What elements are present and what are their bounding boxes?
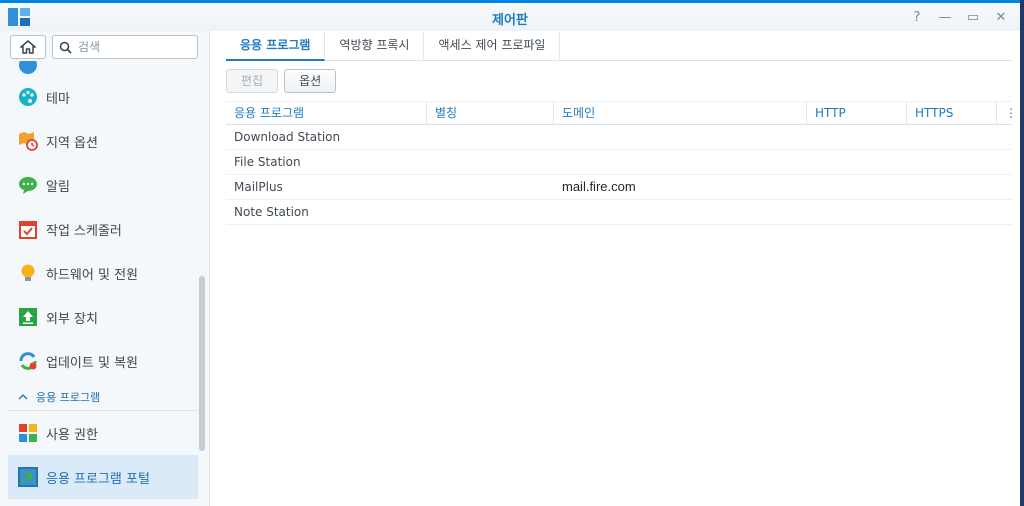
main-panel: 응용 프로그램 역방향 프록시 액세스 제어 프로파일 편집 옵션 응용 프로그… bbox=[212, 31, 1020, 506]
chat-bubble-icon bbox=[19, 177, 37, 194]
toolbar: 편집 옵션 bbox=[226, 69, 337, 93]
sidebar: 테마 지역 옵션 알림 bbox=[0, 31, 210, 506]
chevron-up-icon bbox=[18, 393, 28, 399]
control-panel-window: 제어판 ? — ▭ ✕ 검색 테마 지역 옵션 알림 작업 스케줄러 하드웨어 … bbox=[0, 0, 1020, 506]
table-row[interactable]: Note Station bbox=[226, 200, 1012, 225]
sidebar-item-label: 응용 프로그램 포털 bbox=[46, 471, 150, 487]
sidebar-item-label: 지역 옵션 bbox=[46, 135, 98, 151]
globe-icon bbox=[19, 61, 37, 74]
sidebar-item-theme[interactable]: 테마 bbox=[8, 75, 198, 119]
palette-icon bbox=[19, 88, 37, 106]
sidebar-item-label: 알림 bbox=[46, 179, 70, 195]
table-row[interactable]: Download Station bbox=[226, 125, 1012, 150]
sidebar-item-application-portal[interactable]: 응용 프로그램 포털 bbox=[8, 455, 198, 499]
sidebar-item-permissions[interactable]: 사용 권한 bbox=[8, 411, 198, 455]
calendar-check-icon bbox=[19, 221, 37, 239]
help-icon: ? bbox=[913, 9, 921, 25]
column-header-http[interactable]: HTTP bbox=[807, 102, 907, 124]
tab-bar: 응용 프로그램 역방향 프록시 액세스 제어 프로파일 bbox=[226, 31, 1012, 61]
cell-domain: mail.fire.com bbox=[562, 179, 636, 194]
sidebar-group-applications[interactable]: 응용 프로그램 bbox=[8, 383, 198, 411]
search-input[interactable] bbox=[78, 40, 188, 54]
cell-alias bbox=[427, 125, 554, 149]
cell-domain bbox=[554, 125, 807, 149]
column-header-application[interactable]: 응용 프로그램 bbox=[226, 102, 427, 124]
cell-alias bbox=[427, 175, 554, 199]
search-field[interactable] bbox=[52, 35, 198, 59]
refresh-icon bbox=[19, 352, 37, 370]
home-button[interactable] bbox=[10, 35, 46, 59]
cell-alias bbox=[427, 200, 554, 224]
sidebar-nav: 테마 지역 옵션 알림 작업 스케줄러 하드웨어 및 전원 외부 장치 업데이트… bbox=[8, 61, 198, 499]
sidebar-item-regional-options[interactable]: 지역 옵션 bbox=[8, 119, 198, 163]
cell-http bbox=[807, 175, 907, 199]
sidebar-item-task-scheduler[interactable]: 작업 스케줄러 bbox=[8, 207, 198, 251]
cell-domain bbox=[554, 200, 807, 224]
cell-https bbox=[907, 150, 997, 174]
upload-arrow-icon bbox=[19, 308, 37, 326]
light-bulb-icon bbox=[21, 264, 35, 281]
tab-applications[interactable]: 응용 프로그램 bbox=[226, 31, 326, 61]
column-header-domain[interactable]: 도메인 bbox=[554, 102, 807, 124]
table-row[interactable]: File Station bbox=[226, 150, 1012, 175]
cell-http bbox=[807, 200, 907, 224]
sidebar-item-update-restore[interactable]: 업데이트 및 복원 bbox=[8, 339, 198, 383]
column-header-https[interactable]: HTTPS bbox=[907, 102, 997, 124]
sidebar-group-label: 응용 프로그램 bbox=[36, 390, 101, 404]
window-title: 제어판 bbox=[492, 13, 528, 28]
close-button[interactable]: ✕ bbox=[990, 7, 1012, 27]
column-header-alias[interactable]: 별칭 bbox=[427, 102, 554, 124]
column-menu-button[interactable]: ⋮ bbox=[997, 102, 1017, 124]
cell-http bbox=[807, 150, 907, 174]
cell-application: MailPlus bbox=[234, 180, 283, 194]
sidebar-item-external-devices[interactable]: 외부 장치 bbox=[8, 295, 198, 339]
minimize-button[interactable]: — bbox=[934, 7, 956, 27]
maximize-icon: ▭ bbox=[966, 9, 980, 25]
close-icon: ✕ bbox=[995, 9, 1007, 25]
sidebar-item-label: 하드웨어 및 전원 bbox=[46, 267, 138, 283]
sidebar-item-notifications[interactable]: 알림 bbox=[8, 163, 198, 207]
table-header: 응용 프로그램 별칭 도메인 HTTP HTTPS ⋮ bbox=[226, 101, 1017, 125]
cell-application: File Station bbox=[234, 155, 301, 169]
tab-access-control-profile[interactable]: 액세스 제어 프로파일 bbox=[424, 31, 561, 61]
cell-application: Download Station bbox=[234, 130, 341, 144]
maximize-button[interactable]: ▭ bbox=[962, 7, 984, 27]
cell-https bbox=[907, 200, 997, 224]
sidebar-item-label: 테마 bbox=[46, 91, 70, 107]
cell-http bbox=[807, 125, 907, 149]
sidebar-item-label: 외부 장치 bbox=[46, 311, 98, 327]
sidebar-item-label: 작업 스케줄러 bbox=[46, 223, 122, 239]
sidebar-item-label: 업데이트 및 복원 bbox=[46, 355, 138, 371]
cell-application: Note Station bbox=[234, 205, 309, 219]
search-icon bbox=[59, 41, 72, 54]
home-icon bbox=[20, 40, 36, 54]
app-grid-lock-icon bbox=[19, 424, 37, 442]
table-row[interactable]: MailPlus mail.fire.com bbox=[226, 175, 1012, 200]
sidebar-item-label: 사용 권한 bbox=[46, 427, 98, 443]
cell-domain bbox=[554, 150, 807, 174]
cell-https bbox=[907, 175, 997, 199]
cell-https bbox=[907, 125, 997, 149]
minimize-icon: — bbox=[938, 9, 952, 25]
applications-table: 응용 프로그램 별칭 도메인 HTTP HTTPS ⋮ Download Sta… bbox=[226, 101, 1017, 225]
edit-button[interactable]: 편집 bbox=[226, 69, 279, 93]
title-bar: 제어판 ? — ▭ ✕ bbox=[0, 3, 1020, 31]
help-button[interactable]: ? bbox=[906, 7, 928, 27]
sidebar-item-hardware-power[interactable]: 하드웨어 및 전원 bbox=[8, 251, 198, 295]
portal-arrow-icon bbox=[18, 467, 38, 487]
sidebar-scrollbar[interactable] bbox=[199, 276, 205, 451]
cell-alias bbox=[427, 150, 554, 174]
sidebar-item-partial[interactable] bbox=[8, 61, 198, 75]
clock-map-icon bbox=[19, 132, 38, 151]
tab-reverse-proxy[interactable]: 역방향 프록시 bbox=[325, 31, 425, 61]
options-button[interactable]: 옵션 bbox=[284, 69, 337, 93]
